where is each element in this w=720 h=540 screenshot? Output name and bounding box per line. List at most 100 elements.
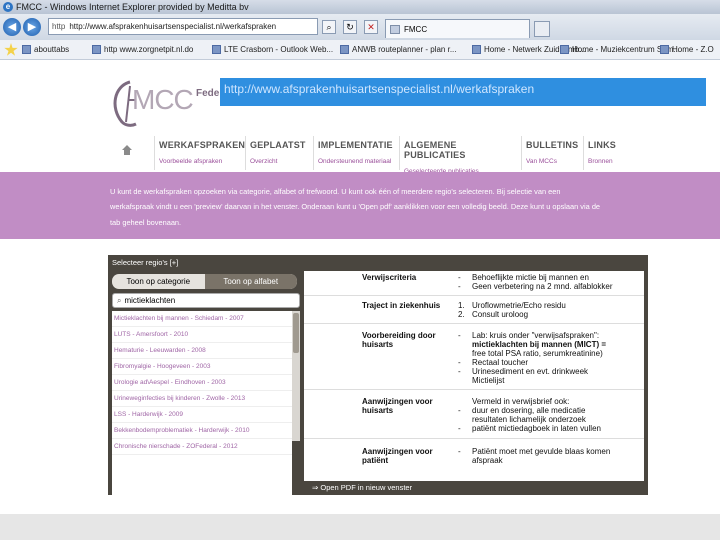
- address-bar[interactable]: http http://www.afsprakenhuisartsenspeci…: [48, 18, 318, 35]
- preview-text: Vermeld in verwijsbrief ook:: [472, 397, 570, 406]
- preview-text: resultaten lichamelijk onderzoek: [472, 415, 586, 424]
- preview-text: Patiënt moet met gevulde blaas komen: [472, 447, 611, 456]
- logo-text: MCC: [132, 84, 194, 115]
- preview-label: Aanwijzingen voor huisarts: [362, 397, 433, 415]
- preview-marker: -: [458, 367, 461, 376]
- window-title: FMCC - Windows Internet Explorer provide…: [16, 2, 249, 12]
- preview-marker: -: [458, 282, 461, 291]
- preview-divider: [304, 323, 644, 324]
- list-item[interactable]: Urologie ad\Aespel - Eindhoven - 2003: [112, 375, 292, 391]
- preview-divider: [304, 295, 644, 296]
- tab-label: FMCC: [404, 24, 428, 34]
- search-icon: ⌕: [117, 296, 122, 305]
- preview-text: Rectaal toucher: [472, 358, 529, 367]
- preview-label: Traject in ziekenhuis: [362, 301, 441, 310]
- search-icon[interactable]: ⌕: [322, 20, 336, 34]
- tab-favicon-icon: [390, 24, 400, 34]
- preview-text: patiënt mictiedagboek in laten vullen: [472, 424, 601, 433]
- new-tab-button[interactable]: [534, 21, 550, 37]
- window-title-bar: e FMCC - Windows Internet Explorer provi…: [0, 0, 720, 14]
- favorites-bar: abouttabs http www.zorgnetpit.nl.do LTE …: [0, 40, 720, 60]
- nav-algemene-publicaties[interactable]: ALGEMENE PUBLICATIES Geselecteerde publi…: [399, 136, 519, 175]
- toggle-alfabet[interactable]: Toon op alfabet: [204, 274, 297, 289]
- favorite-link[interactable]: Home - Z.O: [660, 45, 714, 54]
- intro-line: werkafspraak vindt u een 'preview' daarv…: [110, 202, 601, 212]
- tab-fmcc[interactable]: FMCC: [385, 19, 530, 38]
- search-value: mictieklachten: [124, 296, 176, 305]
- list-item[interactable]: Mictieklachten bij mannen - Schiedam - 2…: [112, 311, 292, 327]
- list-item[interactable]: Hematurie - Leeuwarden - 2008: [112, 343, 292, 359]
- toggle-categorie[interactable]: Toon op categorie: [112, 274, 205, 289]
- list-item[interactable]: Urineweginfecties bij kinderen - Zwolle …: [112, 391, 292, 407]
- preview-label: Aanwijzingen voor patiënt: [362, 447, 433, 465]
- list-item[interactable]: LUTS - Amersfoort - 2010: [112, 327, 292, 343]
- preview-marker: -: [458, 406, 461, 415]
- address-toolbar: ◀ ▶ http http://www.afsprakenhuisartsens…: [0, 14, 720, 40]
- nav-bulletins[interactable]: BULLETINS Van MCCs: [521, 136, 581, 170]
- preview-divider: [304, 438, 644, 439]
- preview-label: Voorbereiding door huisarts: [362, 331, 436, 349]
- werkafspraken-app: Selecteer regio's [+] Toon op categorie …: [108, 255, 648, 495]
- favorite-link[interactable]: http www.zorgnetpit.nl.do: [92, 45, 193, 54]
- address-text: http://www.afsprakenhuisartsenspecialist…: [69, 22, 277, 31]
- back-arrow-icon[interactable]: ◀: [3, 18, 21, 36]
- nav-links[interactable]: LINKS Bronnen: [583, 136, 621, 170]
- preview-text: Mictielijst: [472, 376, 505, 385]
- nav-implementatie[interactable]: IMPLEMENTATIE Ondersteunend materiaal: [313, 136, 397, 170]
- link-favicon-icon: [92, 45, 101, 54]
- intro-line: tab geheel bovenaan.: [110, 217, 182, 227]
- preview-label: Verwijscriteria: [362, 273, 417, 282]
- list-item[interactable]: Bekkenbodemproblematiek - Harderwijk - 2…: [112, 423, 292, 439]
- preview-text: Lab: kruis onder "verwijsafspraken":: [472, 331, 600, 340]
- address-prefix: http: [52, 22, 66, 31]
- preview-marker: -: [458, 273, 461, 282]
- preview-marker: -: [458, 424, 461, 433]
- preview-text: Uroflowmetrie/Echo residu: [472, 301, 566, 310]
- link-favicon-icon: [22, 45, 31, 54]
- preview-text: afspraak: [472, 456, 503, 465]
- preview-text: Consult uroloog: [472, 310, 529, 319]
- list-item[interactable]: Fibromyalgie - Hoogeveen - 2003: [112, 359, 292, 375]
- select-regions-button[interactable]: Selecteer regio's [+]: [108, 255, 300, 271]
- stop-icon[interactable]: ✕: [364, 20, 378, 34]
- refresh-icon[interactable]: ↻: [343, 20, 357, 34]
- nav-geplaatst[interactable]: GEPLAATST Overzicht: [245, 136, 311, 170]
- nav-werkafspraken[interactable]: WERKAFSPRAKEN Voorbeelde afspraken: [154, 136, 245, 170]
- link-favicon-icon: [472, 45, 481, 54]
- preview-marker: -: [458, 331, 461, 340]
- list-item[interactable]: LSS - Harderwijk - 2009: [112, 407, 292, 423]
- link-favicon-icon: [212, 45, 221, 54]
- link-favicon-icon: [340, 45, 349, 54]
- page-footer-band: [0, 514, 720, 540]
- preview-marker: 2.: [458, 310, 465, 319]
- preview-text: mictieklachten bij mannen (MICT) =: [472, 340, 607, 349]
- results-list: Mictieklachten bij mannen - Schiedam - 2…: [112, 311, 292, 495]
- search-input[interactable]: ⌕ mictieklachten: [112, 293, 300, 308]
- open-pdf-button[interactable]: ⇒ Open PDF in nieuw venster: [304, 481, 648, 495]
- intro-line: U kunt de werkafspraken opzoeken via cat…: [110, 187, 561, 196]
- preview-text: duur en dosering, alle medicatie: [472, 406, 586, 415]
- url-tooltip: http://www.afsprakenhuisartsenspecialist…: [220, 78, 706, 106]
- main-nav: WERKAFSPRAKEN Voorbeelde afspraken GEPLA…: [117, 136, 622, 175]
- favorite-link[interactable]: abouttabs: [22, 45, 69, 54]
- preview-marker: -: [458, 358, 461, 367]
- ie-logo-icon: e: [3, 2, 13, 12]
- scrollbar-thumb[interactable]: [293, 313, 299, 353]
- favorites-star-icon[interactable]: [4, 43, 18, 56]
- link-favicon-icon: [660, 45, 669, 54]
- preview-text: Geen verbetering na 2 mnd. alfablokker: [472, 282, 613, 291]
- preview-text: free total PSA ratio, serumkreatinine): [472, 349, 603, 358]
- preview-pane: Verwijscriteria - Behoeflijkte mictie bi…: [304, 271, 644, 481]
- favorite-link[interactable]: ANWB routeplanner - plan r...: [340, 45, 457, 54]
- list-item[interactable]: Chronische nierschade - ZOFederal - 2012: [112, 439, 292, 455]
- link-favicon-icon: [560, 45, 569, 54]
- results-scrollbar[interactable]: [292, 311, 300, 441]
- home-icon[interactable]: [121, 144, 133, 156]
- preview-divider: [304, 389, 644, 390]
- intro-text-band: U kunt de werkafspraken opzoeken via cat…: [0, 172, 720, 239]
- preview-marker: 1.: [458, 301, 465, 310]
- favorite-link[interactable]: LTE Crasborn - Outlook Web...: [212, 45, 333, 54]
- forward-arrow-icon[interactable]: ▶: [23, 18, 41, 36]
- view-toggle: Toon op categorie Toon op alfabet: [112, 274, 297, 289]
- preview-text: Behoeflijkte mictie bij mannen en: [472, 273, 589, 282]
